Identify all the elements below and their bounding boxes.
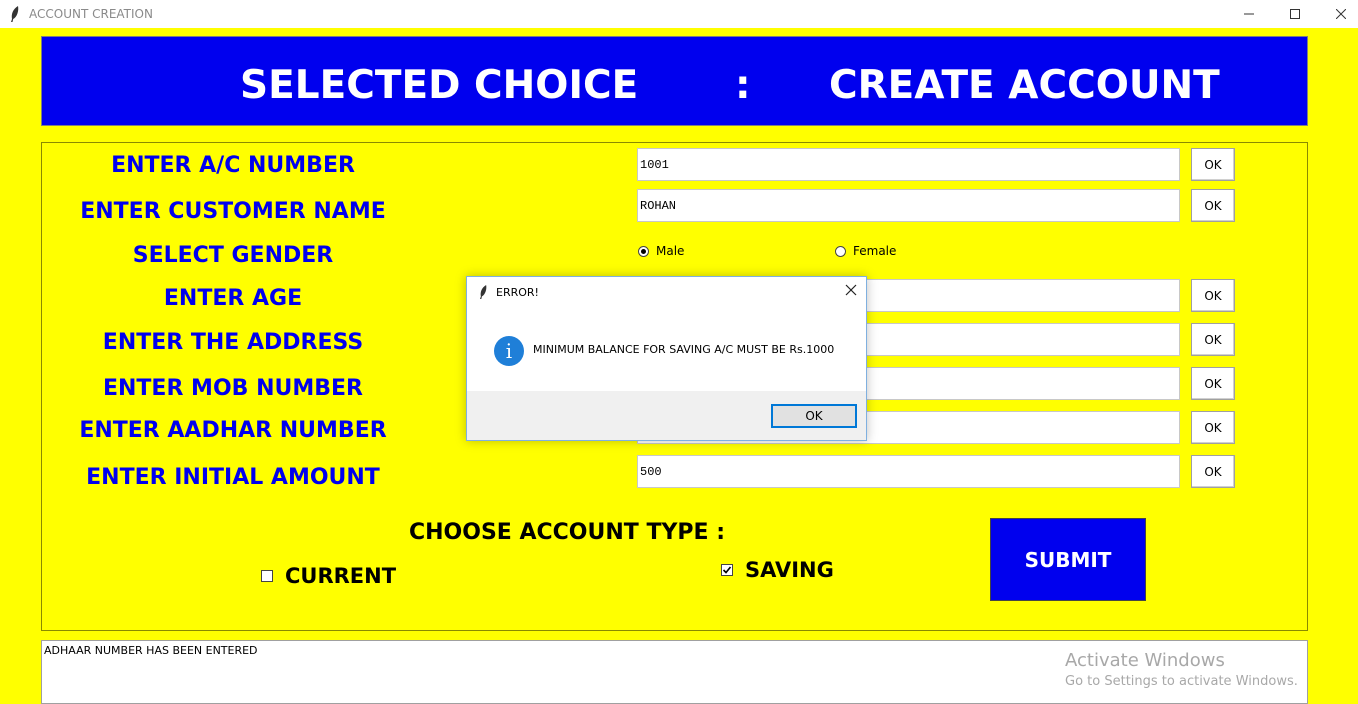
close-icon [1336,9,1346,19]
saving-label: SAVING [745,558,834,582]
label-initial-amount: ENTER INITIAL AMOUNT [86,465,380,490]
radio-selected-icon [638,245,649,257]
dialog-ok-button[interactable]: OK [771,404,857,428]
customer-name-ok-button[interactable]: OK [1191,189,1235,222]
account-type-label: CHOOSE ACCOUNT TYPE : [409,520,726,545]
ac-number-input[interactable]: 1001 [637,148,1180,181]
feather-app-icon [11,6,19,22]
mob-number-ok-button[interactable]: OK [1191,367,1235,400]
minimize-button[interactable] [1226,0,1272,28]
header-colon: : [735,63,751,108]
dialog-close-icon[interactable] [843,282,859,298]
label-address: ENTER THE ADDRESS [102,330,364,355]
error-dialog: ERROR! i MINIMUM BALANCE FOR SAVING A/C … [466,276,867,441]
feather-app-icon [480,285,487,299]
initial-amount-ok-button[interactable]: OK [1191,455,1235,488]
dialog-title: ERROR! [496,286,539,299]
dialog-message: MINIMUM BALANCE FOR SAVING A/C MUST BE R… [533,343,835,356]
current-label: CURRENT [285,564,397,588]
title-bar: ACCOUNT CREATION [0,0,1358,28]
gender-female-label: Female [853,244,897,258]
watermark-line1: Activate Windows [1065,650,1225,671]
label-gender: SELECT GENDER [132,243,334,268]
activate-windows-watermark: Activate Windows Go to Settings to activ… [1065,650,1298,689]
label-ac-number: ENTER A/C NUMBER [111,153,355,178]
label-customer-name: ENTER CUSTOMER NAME [80,199,386,224]
watermark-line2: Go to Settings to activate Windows. [1065,674,1298,689]
header-banner: SELECTED CHOICE : CREATE ACCOUNT [41,36,1308,126]
label-aadhar-number: ENTER AADHAR NUMBER [79,418,387,443]
gender-male-label: Male [656,244,685,258]
minimize-icon [1244,13,1254,15]
radio-unselected-icon [835,245,846,257]
age-ok-button[interactable]: OK [1191,279,1235,312]
header-create-account: CREATE ACCOUNT [829,63,1220,108]
submit-button[interactable]: SUBMIT [990,518,1146,601]
aadhar-number-ok-button[interactable]: OK [1191,411,1235,444]
label-age: ENTER AGE [163,286,303,311]
window-title: ACCOUNT CREATION [29,7,153,21]
initial-amount-input[interactable]: 500 [637,455,1180,488]
dialog-footer: OK [467,391,866,440]
address-ok-button[interactable]: OK [1191,323,1235,356]
customer-name-input[interactable]: ROHAN [637,189,1180,222]
saving-checkbox[interactable]: SAVING [721,558,834,582]
header-selected-choice: SELECTED CHOICE [240,63,639,108]
ac-number-ok-button[interactable]: OK [1191,148,1235,181]
gender-female-radio[interactable]: Female [835,244,896,258]
gender-male-radio[interactable]: Male [638,244,684,258]
maximize-button[interactable] [1272,0,1318,28]
checkbox-unchecked-icon [261,570,273,582]
maximize-icon [1290,9,1300,19]
current-checkbox[interactable]: CURRENT [261,564,396,588]
checkbox-checked-icon [721,564,733,576]
label-mob-number: ENTER MOB NUMBER [102,376,363,401]
info-icon: i [494,336,524,366]
close-button[interactable] [1318,0,1358,28]
